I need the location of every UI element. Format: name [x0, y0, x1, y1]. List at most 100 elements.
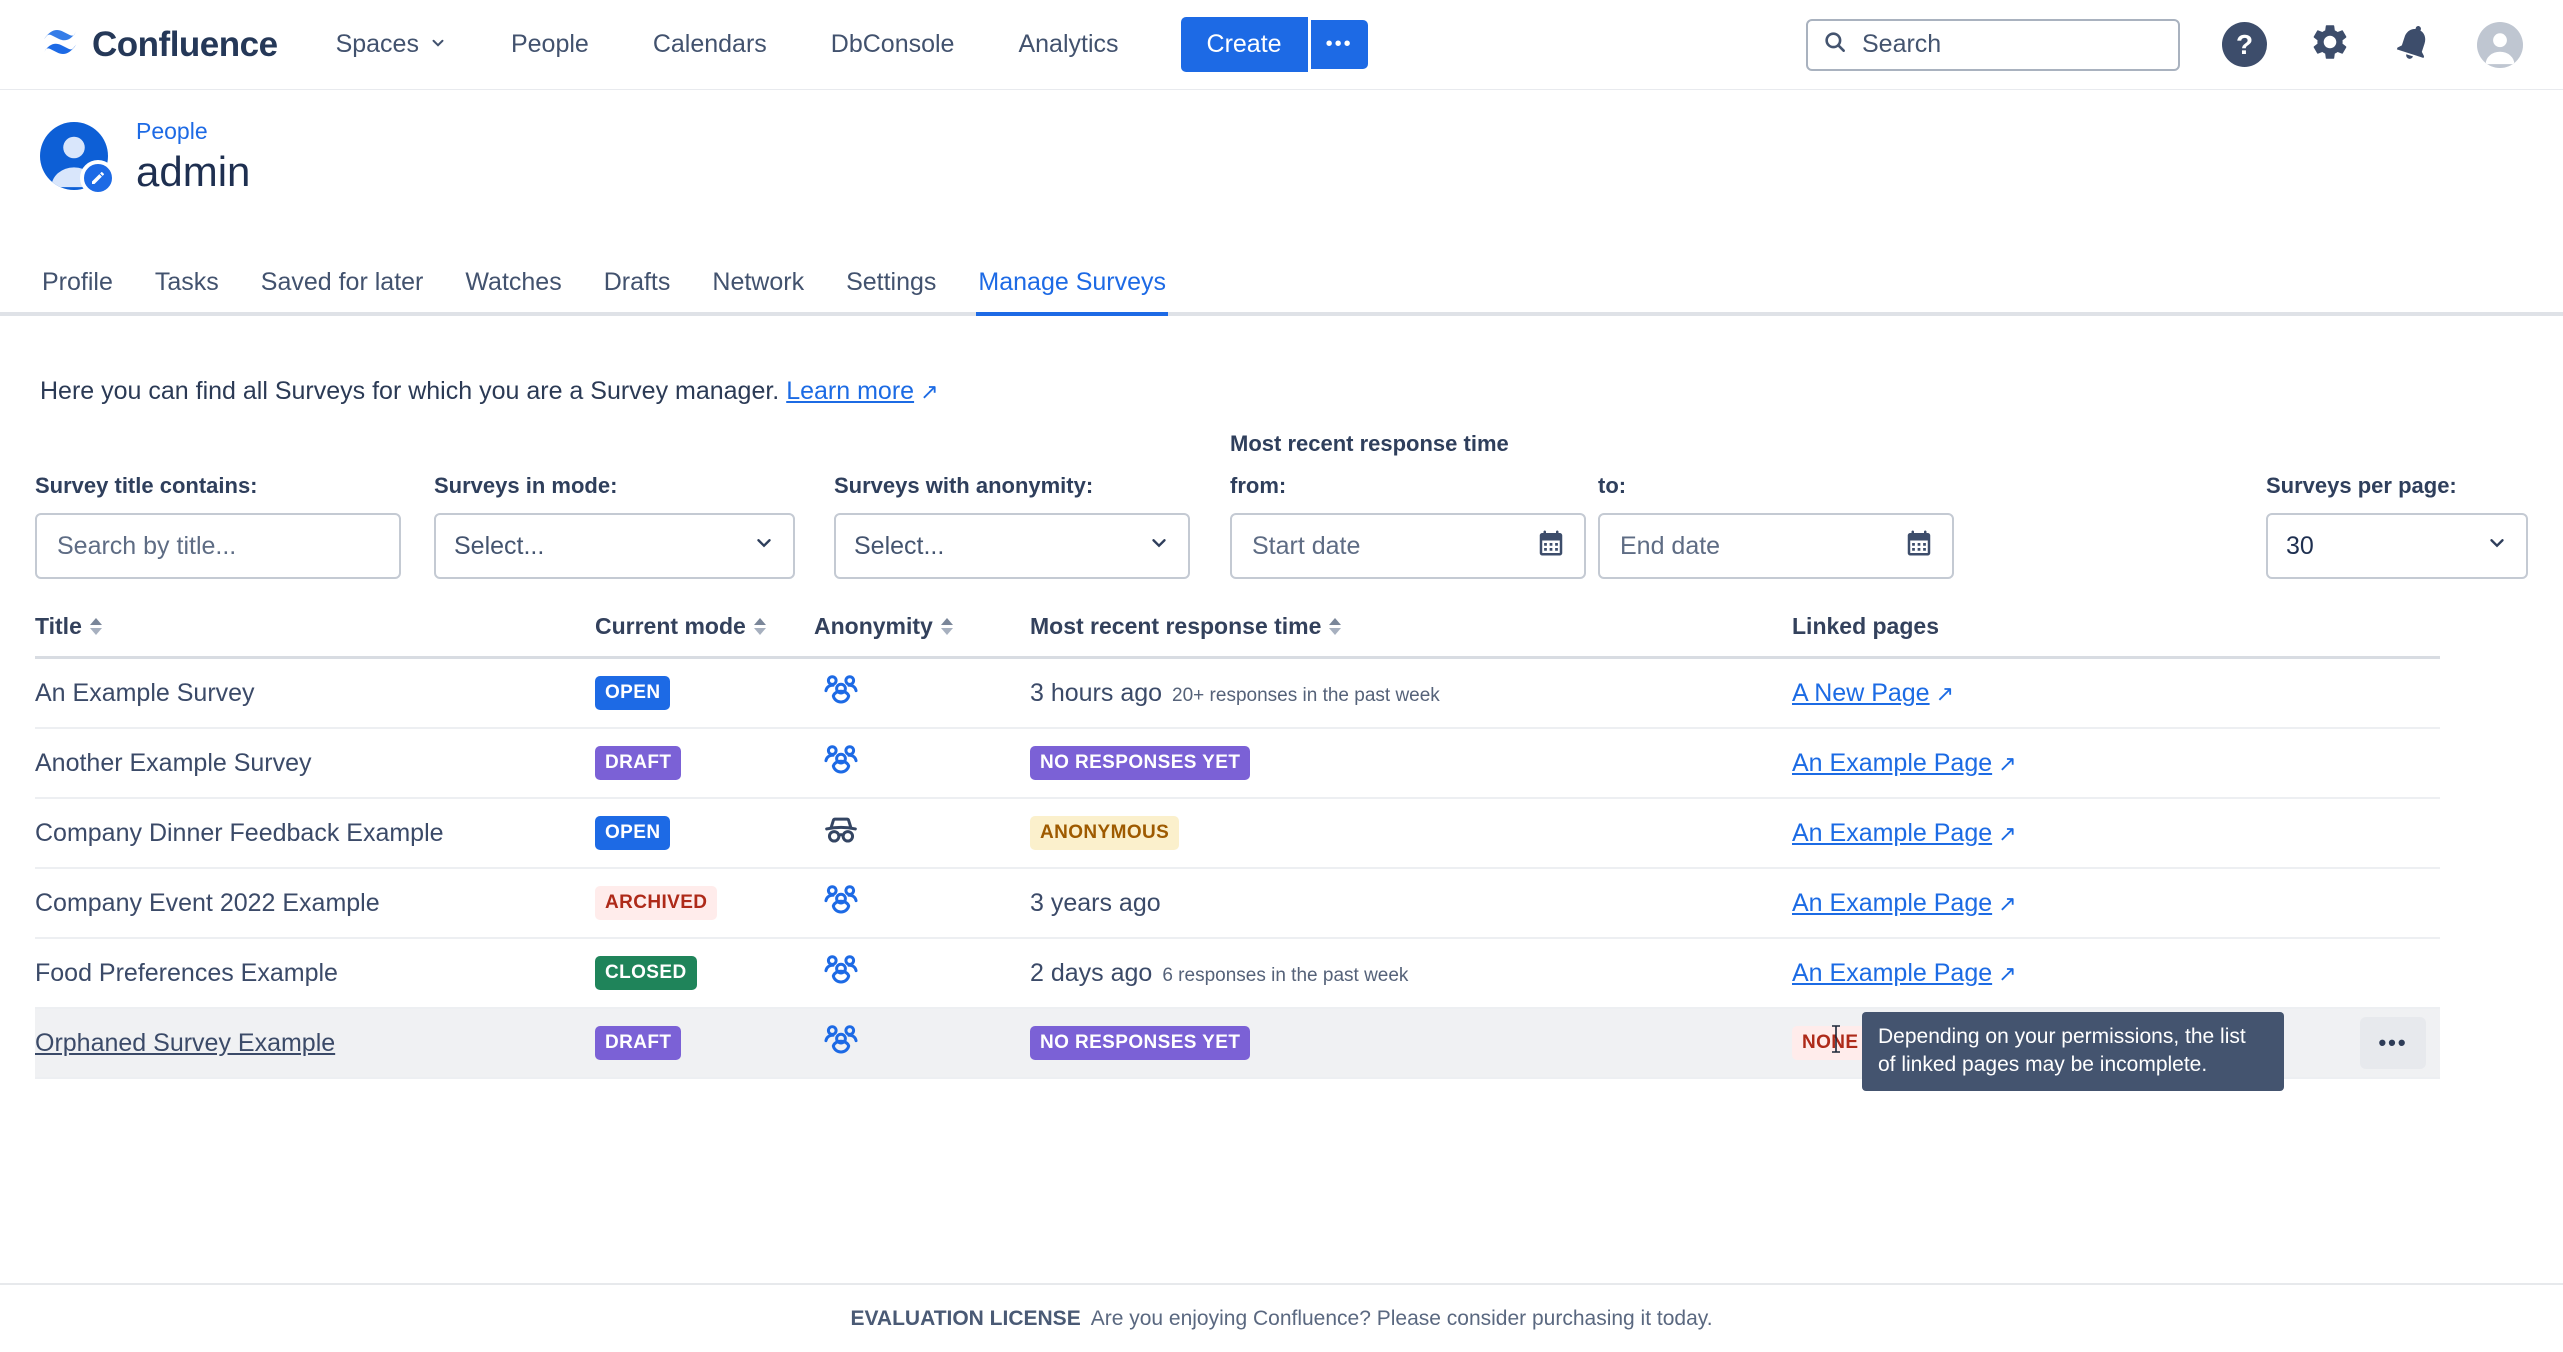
group-icon — [820, 899, 862, 927]
filter-to-label: to: — [1598, 473, 1954, 499]
external-link-icon: ↗ — [1998, 891, 2016, 916]
tab-profile[interactable]: Profile — [40, 258, 115, 316]
filter-from-label: from: — [1230, 473, 1586, 499]
intro-text: Here you can find all Surveys for which … — [0, 341, 2563, 406]
end-date-input[interactable] — [1618, 531, 1904, 562]
tab-tasks[interactable]: Tasks — [153, 258, 221, 316]
response-time: 3 hours ago — [1030, 679, 1162, 707]
linked-page-link[interactable]: A New Page — [1792, 679, 1930, 707]
search-icon — [1822, 29, 1848, 60]
survey-title[interactable]: Food Preferences Example — [35, 959, 338, 987]
nav-item-calendars[interactable]: Calendars — [653, 30, 767, 59]
table-row: Company Event 2022 Example ARCHIVED 3 year… — [35, 869, 2440, 939]
response-badge: ANONYMOUS — [1030, 816, 1179, 850]
sort-icon[interactable] — [1329, 618, 1341, 635]
linked-pages-tooltip: Depending on your permissions, the list … — [1862, 1012, 2284, 1091]
survey-title-input[interactable] — [55, 531, 381, 562]
chevron-down-icon — [429, 30, 447, 59]
response-time: 2 days ago — [1030, 959, 1152, 987]
nav-item-spaces[interactable]: Spaces — [336, 30, 447, 59]
search-box[interactable] — [1806, 19, 2180, 71]
column-header-most-recent-response-time[interactable]: Most recent response time — [1030, 613, 1792, 640]
response-note: 6 responses in the past week — [1162, 965, 1408, 986]
nav-more-button[interactable]: ••• — [1311, 20, 1368, 69]
chevron-down-icon — [1148, 532, 1170, 561]
filter-per-page-label: Surveys per page: — [2266, 473, 2528, 499]
user-avatar[interactable] — [2477, 22, 2523, 68]
profile-header: People admin — [0, 90, 2563, 194]
tab-watches[interactable]: Watches — [463, 258, 563, 316]
incognito-icon — [820, 829, 862, 857]
linked-page-link[interactable]: An Example Page — [1792, 749, 1992, 777]
table-row: Another Example SurveyDRAFTNO RESPONSES … — [35, 729, 2440, 799]
external-link-icon: ↗ — [1998, 751, 2016, 776]
linked-page-link[interactable]: An Example Page — [1792, 819, 1992, 847]
profile-avatar[interactable] — [40, 122, 108, 190]
chevron-down-icon — [753, 532, 775, 561]
mode-badge: OPEN — [595, 676, 670, 710]
response-time: 3 years ago — [1030, 889, 1161, 917]
calendar-icon[interactable] — [1904, 528, 1934, 565]
linked-page-link[interactable]: An Example Page — [1792, 959, 1992, 987]
search-input[interactable] — [1860, 29, 2164, 60]
column-header-linked-pages: Linked pages — [1792, 613, 2440, 640]
group-icon — [820, 689, 862, 717]
text-cursor — [1830, 1024, 1842, 1061]
mode-select[interactable]: Select... — [434, 513, 795, 579]
group-icon — [820, 1039, 862, 1067]
table-header-row: TitleCurrent modeAnonymityMost recent re… — [35, 605, 2440, 659]
tab-network[interactable]: Network — [710, 258, 806, 316]
top-nav: Confluence Spaces People Calendars DbConsol… — [0, 0, 2563, 90]
footer-license-label: EVALUATION LICENSE — [850, 1307, 1080, 1331]
learn-more-link[interactable]: Learn more — [786, 377, 914, 405]
calendar-icon[interactable] — [1536, 528, 1566, 565]
start-date-wrap — [1230, 513, 1586, 579]
external-link-icon: ↗ — [1998, 821, 2016, 846]
gear-icon[interactable] — [2309, 21, 2351, 68]
footer-text: Are you enjoying Confluence? Please cons… — [1091, 1307, 1713, 1331]
external-link-icon: ↗ — [920, 379, 938, 404]
chevron-down-icon — [2486, 532, 2508, 561]
survey-title-input-wrap — [35, 513, 401, 579]
per-page-select[interactable]: 30 — [2266, 513, 2528, 579]
profile-tabs: Profile Tasks Saved for later Watches Drafts… — [0, 258, 2563, 316]
survey-title[interactable]: An Example Survey — [35, 679, 255, 707]
nav-menu: Spaces People Calendars DbConsole Analytics — [336, 30, 1119, 59]
sort-icon[interactable] — [90, 618, 102, 635]
mode-badge: ARCHIVED — [595, 886, 717, 920]
breadcrumb-people[interactable]: People — [136, 118, 250, 145]
sort-icon[interactable] — [754, 618, 766, 635]
linked-page-link[interactable]: An Example Page — [1792, 889, 1992, 917]
surveys-table: TitleCurrent modeAnonymityMost recent re… — [35, 605, 2440, 1079]
confluence-logo[interactable]: Confluence — [40, 22, 278, 67]
survey-title[interactable]: Company Dinner Feedback Example — [35, 819, 444, 847]
survey-title[interactable]: Another Example Survey — [35, 749, 312, 777]
response-time-group: Most recent response time from: to: — [1230, 431, 1954, 579]
create-button[interactable]: Create — [1181, 17, 1308, 72]
filter-mode-label: Surveys in mode: — [434, 473, 795, 499]
tab-drafts[interactable]: Drafts — [602, 258, 673, 316]
bell-icon[interactable] — [2393, 21, 2435, 68]
filters-bar: Survey title contains: Surveys in mode: … — [0, 431, 2563, 579]
anonymity-select[interactable]: Select... — [834, 513, 1190, 579]
tab-settings[interactable]: Settings — [844, 258, 938, 316]
start-date-input[interactable] — [1250, 531, 1536, 562]
column-header-anonymity[interactable]: Anonymity — [814, 613, 1030, 640]
nav-item-dbconsole[interactable]: DbConsole — [831, 30, 955, 59]
help-icon[interactable]: ? — [2222, 22, 2267, 67]
column-header-title[interactable]: Title — [35, 613, 595, 640]
tab-manage-surveys[interactable]: Manage Surveys — [976, 258, 1168, 316]
column-header-current-mode[interactable]: Current mode — [595, 613, 814, 640]
response-badge: NO RESPONSES YET — [1030, 746, 1250, 780]
filter-title-label: Survey title contains: — [35, 473, 401, 499]
survey-title[interactable]: Company Event 2022 Example — [35, 889, 380, 917]
survey-title[interactable]: Orphaned Survey Example — [35, 1029, 335, 1057]
sort-icon[interactable] — [941, 618, 953, 635]
mode-badge: DRAFT — [595, 1026, 681, 1060]
nav-item-people[interactable]: People — [511, 30, 589, 59]
edit-avatar-icon[interactable] — [80, 160, 116, 196]
tab-saved-for-later[interactable]: Saved for later — [259, 258, 426, 316]
external-link-icon: ↗ — [1998, 961, 2016, 986]
nav-item-analytics[interactable]: Analytics — [1018, 30, 1118, 59]
row-actions-button[interactable]: ••• — [2360, 1017, 2426, 1069]
